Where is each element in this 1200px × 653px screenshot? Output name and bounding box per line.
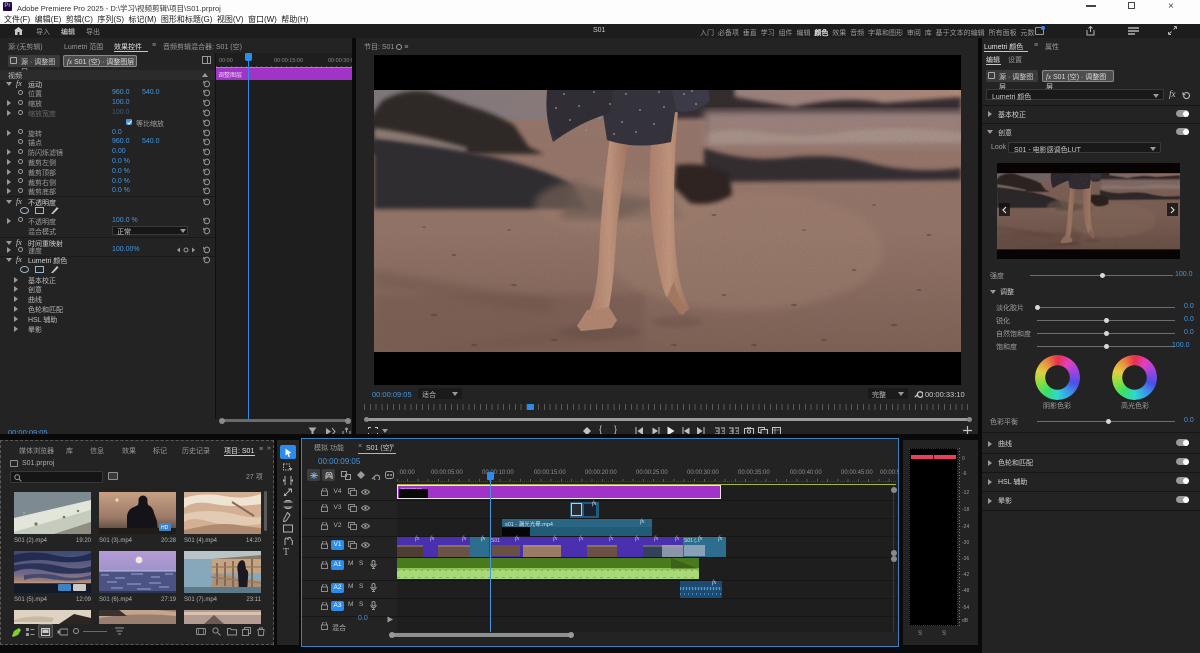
svg-text:HD: HD bbox=[161, 525, 169, 531]
